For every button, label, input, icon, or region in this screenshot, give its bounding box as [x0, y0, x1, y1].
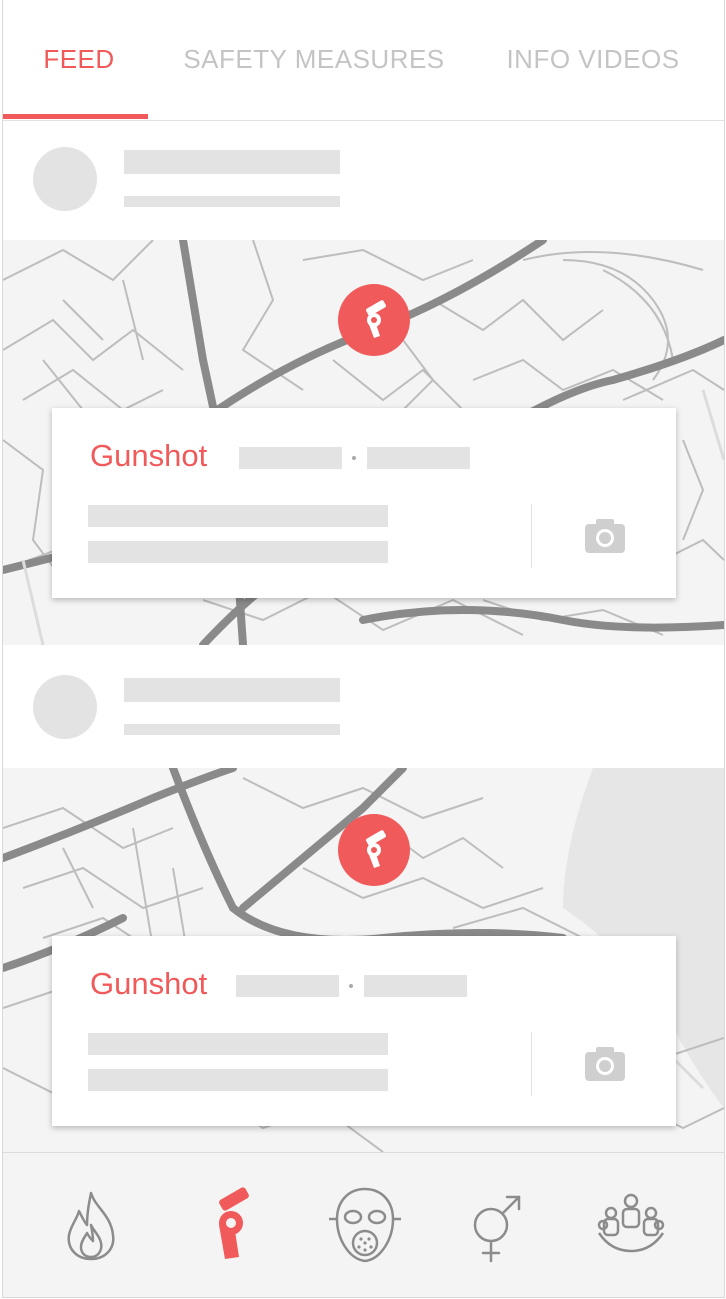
card-divider	[531, 1032, 532, 1096]
active-tab-indicator	[3, 114, 148, 119]
location-placeholder	[239, 447, 342, 469]
camera-icon[interactable]	[584, 1046, 626, 1087]
avatar[interactable]	[33, 147, 97, 211]
username-placeholder	[124, 678, 340, 702]
tab-safety-measures[interactable]: SAFETY MEASURES	[169, 44, 459, 84]
tab-bar: FEED SAFETY MEASURES INFO VIDEOS	[3, 0, 724, 121]
fire-icon	[67, 1191, 115, 1261]
post-header	[3, 658, 724, 758]
username-placeholder	[124, 150, 340, 174]
bottom-navigation	[3, 1152, 724, 1297]
nav-fire[interactable]	[51, 1185, 131, 1265]
revolver-icon	[219, 1187, 249, 1259]
revolver-icon	[366, 300, 386, 338]
camera-icon[interactable]	[584, 518, 626, 559]
nav-gas[interactable]	[325, 1185, 405, 1265]
separator-dot	[352, 456, 356, 460]
incident-card[interactable]: Gunshot	[52, 936, 676, 1126]
revolver-pin-icon[interactable]	[338, 284, 410, 356]
time-placeholder	[364, 975, 467, 997]
revolver-pin-icon[interactable]	[338, 814, 410, 886]
card-divider	[531, 504, 532, 568]
tab-info-videos[interactable]: INFO VIDEOS	[488, 44, 698, 84]
nav-gunshot[interactable]	[193, 1185, 273, 1265]
gender-icon	[473, 1195, 521, 1263]
incident-type-label: Gunshot	[90, 966, 208, 1001]
location-placeholder	[236, 975, 339, 997]
revolver-icon	[366, 830, 386, 868]
nav-crowd[interactable]	[591, 1185, 671, 1265]
description-line-placeholder	[88, 1033, 388, 1055]
nav-gender[interactable]	[457, 1185, 537, 1265]
timestamp-placeholder	[124, 196, 340, 207]
separator-dot	[349, 984, 353, 988]
incident-card[interactable]: Gunshot	[52, 408, 676, 598]
crowd-icon	[597, 1193, 665, 1253]
post-header	[3, 130, 724, 230]
tab-feed[interactable]: FEED	[3, 44, 155, 84]
description-line-placeholder	[88, 541, 388, 563]
description-line-placeholder	[88, 505, 388, 527]
incident-type-label: Gunshot	[90, 438, 208, 473]
app-frame: FEED SAFETY MEASURES INFO VIDEOS Gunshot…	[2, 0, 725, 1298]
gas-mask-icon	[329, 1187, 401, 1263]
timestamp-placeholder	[124, 724, 340, 735]
avatar[interactable]	[33, 675, 97, 739]
time-placeholder	[367, 447, 470, 469]
description-line-placeholder	[88, 1069, 388, 1091]
